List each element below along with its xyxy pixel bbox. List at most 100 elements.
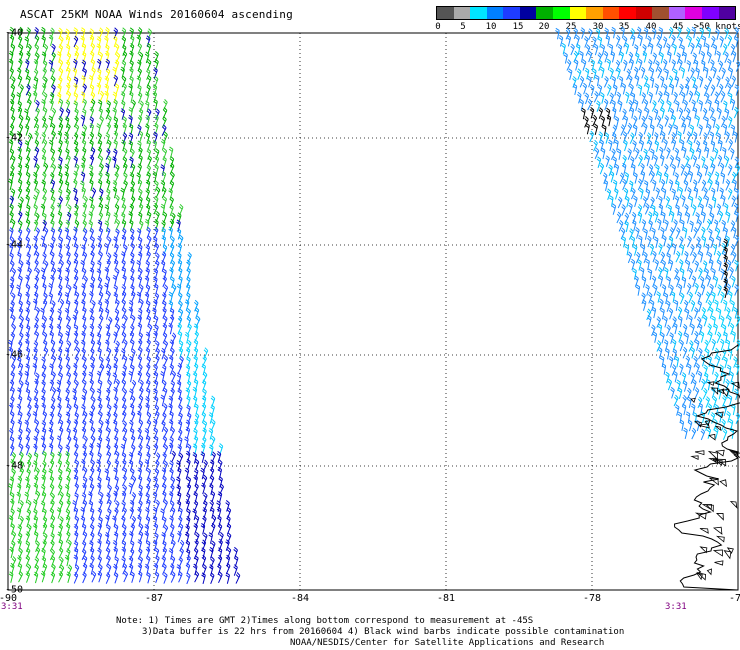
wind-barb [128, 370, 134, 383]
wind-barb [706, 274, 712, 287]
wind-barb [688, 90, 694, 103]
wind-barb [105, 178, 111, 191]
wind-barb [674, 404, 680, 416]
wind-barb [64, 276, 70, 288]
wind-barb [121, 60, 127, 72]
wind-barb [51, 107, 57, 120]
wind-barb [645, 154, 651, 167]
wind-barb [163, 572, 168, 584]
wind-barb [584, 92, 590, 105]
wind-barb [623, 59, 628, 72]
wind-barb [648, 42, 654, 55]
note-line-2: 3)Data buffer is 22 hrs from 20160604 4)… [142, 627, 625, 637]
wind-barb [48, 59, 54, 72]
wind-barb [630, 258, 636, 271]
island-outline [719, 479, 727, 488]
wind-barb [695, 163, 701, 176]
wind-barb [715, 355, 721, 367]
wind-barb [718, 83, 724, 96]
wind-barb [33, 58, 39, 71]
wind-barb [703, 66, 709, 79]
wind-barb [624, 42, 630, 55]
wind-barb [717, 259, 722, 272]
wind-barb [678, 315, 683, 328]
wind-barb [219, 531, 224, 544]
wind-barb [235, 572, 241, 584]
wind-barb [83, 195, 88, 208]
wind-barb [146, 250, 151, 263]
wind-barb [567, 68, 573, 80]
wind-barb [155, 354, 160, 367]
wind-barb [176, 460, 181, 472]
wind-barb [225, 539, 230, 551]
wind-barb [703, 164, 709, 176]
wind-barb [632, 244, 638, 256]
wind-barb [581, 107, 586, 120]
wind-barb [685, 355, 691, 368]
wind-barb [48, 282, 53, 295]
wind-barb [32, 363, 38, 375]
wind-barb [114, 268, 120, 280]
island-outline [726, 547, 734, 554]
wind-barb [647, 268, 653, 280]
wind-barb [104, 308, 110, 320]
wind-barb [581, 59, 587, 71]
wind-barb [637, 154, 643, 167]
island-outline [714, 560, 724, 566]
wind-barb [668, 356, 674, 368]
wind-barb [611, 99, 616, 112]
wind-barb [710, 59, 715, 72]
wind-barb [146, 235, 152, 248]
wind-barb [683, 427, 688, 440]
wind-barb [644, 107, 650, 120]
wind-barb [686, 60, 692, 72]
wind-barb [659, 51, 664, 64]
wind-barb [631, 219, 637, 232]
wind-barb [82, 571, 87, 584]
wind-barb [632, 268, 637, 280]
wind-barb [717, 154, 723, 167]
wind-barb [661, 187, 667, 200]
wind-barb [713, 275, 719, 288]
wind-barb [66, 435, 72, 448]
wind-barb [122, 314, 128, 327]
wind-barb [628, 202, 633, 215]
wind-barb [617, 196, 623, 209]
wind-barb [40, 307, 45, 320]
wind-barb [58, 178, 64, 191]
wind-barb [633, 99, 639, 111]
wind-barb [652, 331, 658, 343]
wind-barb [115, 218, 121, 231]
wind-barb [88, 371, 94, 384]
wind-barb [698, 250, 704, 263]
wind-barb [587, 75, 592, 88]
wind-barb [120, 196, 126, 208]
wind-barb [683, 99, 688, 112]
wind-barb [137, 570, 143, 583]
wind-barb [692, 131, 698, 144]
wind-barb [122, 339, 128, 351]
wind-barb [186, 572, 191, 585]
wind-barb [652, 52, 658, 65]
wind-barb [687, 140, 693, 152]
wind-barb [19, 84, 24, 96]
wind-barb [675, 156, 681, 168]
wind-barb [91, 570, 97, 583]
wind-barb [695, 362, 700, 375]
wind-barb [184, 331, 190, 344]
wind-barb [65, 194, 71, 207]
wind-barb [59, 298, 65, 311]
left-swath-time: 3:31 [1, 602, 23, 612]
wind-barb [670, 386, 675, 399]
wind-barb [705, 243, 710, 256]
wind-barb [658, 275, 664, 287]
island-outline [699, 528, 709, 534]
wind-barb [112, 35, 118, 48]
wind-barb [648, 91, 654, 104]
wind-barb [32, 411, 38, 423]
wind-barb [707, 51, 712, 64]
wind-barb [700, 156, 706, 168]
wind-barb [170, 571, 176, 583]
wind-barb [661, 211, 666, 223]
wind-barb [674, 355, 680, 368]
